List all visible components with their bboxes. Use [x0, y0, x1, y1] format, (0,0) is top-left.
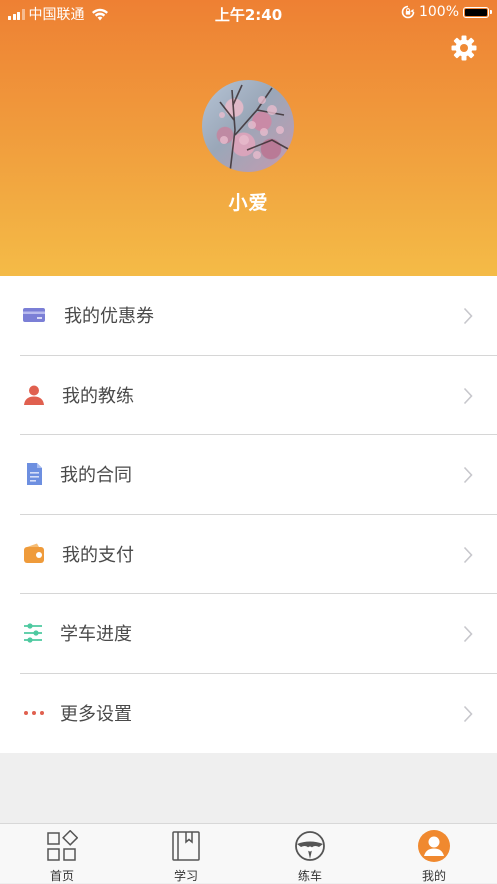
- chevron-right-icon: [463, 466, 473, 484]
- settings-gear-icon[interactable]: [450, 34, 478, 62]
- menu-item-label: 我的支付: [62, 544, 134, 566]
- battery-icon: [463, 6, 492, 18]
- person-icon: [24, 385, 44, 405]
- tab-home[interactable]: 首页: [0, 824, 124, 884]
- tab-study[interactable]: 学习: [124, 824, 248, 884]
- chevron-right-icon: [463, 546, 473, 563]
- wallet-icon: [24, 543, 44, 563]
- menu-item-label: 我的合同: [60, 465, 132, 486]
- tab-label: 学习: [173, 869, 198, 883]
- tab-practice[interactable]: 练车: [248, 824, 372, 884]
- menu-item-label: 更多设置: [60, 703, 132, 725]
- menu-item-label: 我的教练: [62, 385, 134, 407]
- tab-mine[interactable]: 我的: [372, 824, 496, 884]
- tab-label: 我的: [421, 869, 446, 883]
- steering-wheel-icon: [295, 831, 325, 861]
- more-dots-icon: [24, 710, 44, 715]
- menu-item-coach[interactable]: 我的教练: [0, 356, 497, 435]
- battery-percentage: 100%: [418, 4, 459, 20]
- menu-item-label: 我的优惠券: [64, 306, 154, 327]
- menu-item-more-settings[interactable]: 更多设置: [0, 674, 497, 754]
- document-icon: [27, 463, 42, 485]
- menu-item-payment[interactable]: 我的支付: [0, 515, 497, 594]
- sliders-icon: [24, 623, 42, 643]
- user-avatar-icon: [418, 830, 450, 862]
- profile-avatar[interactable]: [202, 80, 294, 172]
- profile-menu: 我的优惠券 我的教练 我的合同 我的支付 学车进度 更多设置: [0, 276, 497, 753]
- status-right: 100%: [401, 4, 492, 20]
- orientation-lock-icon: [401, 5, 415, 19]
- card-icon: [23, 308, 45, 322]
- menu-item-contract[interactable]: 我的合同: [0, 435, 497, 515]
- menu-item-coupons[interactable]: 我的优惠券: [0, 276, 497, 356]
- chevron-right-icon: [463, 705, 473, 722]
- book-icon: [172, 831, 200, 861]
- grid-icon: [47, 830, 78, 861]
- tab-label: 首页: [49, 869, 74, 883]
- profile-username: 小爱: [228, 192, 269, 214]
- chevron-right-icon: [463, 387, 473, 404]
- chevron-right-icon: [463, 625, 473, 643]
- tab-label: 练车: [297, 869, 322, 883]
- tab-bar: 首页 学习 练车 我的: [0, 823, 497, 883]
- menu-item-progress[interactable]: 学车进度: [0, 594, 497, 674]
- status-bar: 中国联通 上午2:40 100%: [0, 0, 497, 26]
- chevron-right-icon: [463, 307, 473, 325]
- profile-header: 中国联通 上午2:40 100% 小爱: [0, 0, 497, 276]
- menu-item-label: 学车进度: [60, 624, 132, 645]
